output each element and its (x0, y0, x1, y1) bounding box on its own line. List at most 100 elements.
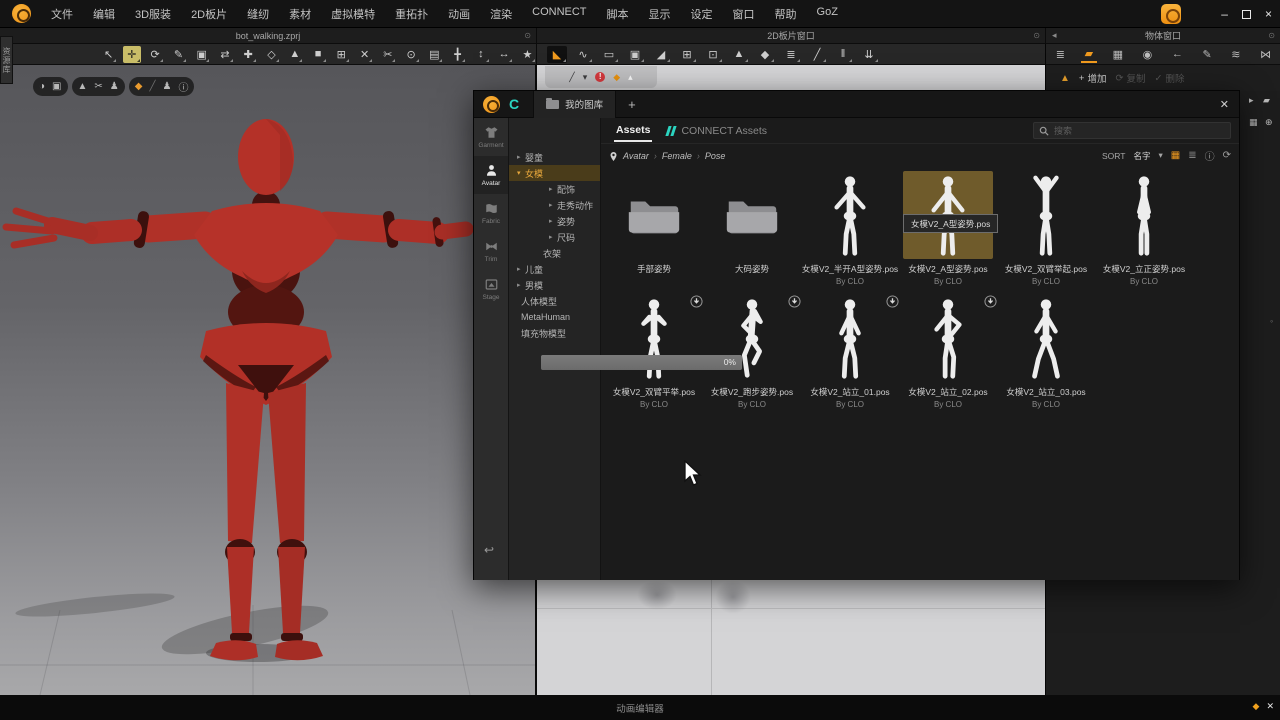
viewport-2d-workspace-bottom[interactable] (536, 580, 1045, 695)
tool-icon[interactable]: ▤ (426, 46, 443, 63)
pattern-tab-icon[interactable]: ▴ (628, 72, 633, 83)
menu-脚本[interactable]: 脚本 (597, 6, 639, 22)
tool-icon[interactable]: ∿ (573, 46, 593, 63)
menu-2D板片[interactable]: 2D板片 (181, 6, 237, 22)
panel-icon[interactable]: ▦ (1249, 117, 1258, 128)
tool-icon[interactable]: ≣ (781, 46, 801, 63)
library-rail-stage[interactable]: Stage (474, 270, 508, 308)
overlay-tool-icon[interactable]: ⓘ (178, 79, 188, 94)
tool-icon[interactable]: ↖ (100, 46, 117, 63)
overlay-tool-icon[interactable]: ╱ (149, 81, 155, 92)
overlay-tool-icon[interactable]: ◑ (39, 81, 45, 92)
action-button[interactable]: ⟳复制 (1115, 71, 1145, 85)
pattern-tab-icon[interactable]: ╱ (569, 72, 574, 83)
pattern-tab-icon[interactable]: ▾ (583, 72, 588, 83)
panel-icon[interactable]: ▸ (1249, 95, 1254, 106)
library-rail-trim[interactable]: Trim (474, 232, 508, 270)
tree-item-填充物模型[interactable]: 填充物模型 (509, 325, 600, 341)
pin-icon[interactable]: ◦ (1270, 316, 1273, 326)
menu-重拓扑[interactable]: 重拓扑 (385, 6, 438, 22)
library-item[interactable]: 手部姿势 (607, 171, 701, 286)
tool-icon[interactable]: ▣ (193, 46, 210, 63)
close-button[interactable]: × (1265, 8, 1272, 20)
object-tab-icon[interactable]: ▰ (1081, 46, 1097, 63)
object-tab-icon[interactable]: ▦ (1109, 47, 1127, 62)
pose-thumbnail[interactable] (805, 294, 895, 382)
pin-icon[interactable]: ⊙ (1033, 31, 1040, 40)
tool-icon[interactable]: ▭ (599, 46, 619, 63)
pattern-mini-toolbar[interactable]: ╱▾!◆▴ (545, 66, 657, 88)
collapse-arrow-icon[interactable]: ◂ (1052, 30, 1057, 41)
library-item[interactable]: 女模V2_站立_03.posBy CLO (999, 294, 1093, 409)
clo-logo-icon[interactable] (483, 96, 500, 113)
library-item[interactable]: 大码姿势 (705, 171, 799, 286)
project-tab[interactable]: bot_walking.zprj (236, 31, 301, 41)
tool-icon[interactable]: ✕ (356, 46, 373, 63)
action-button[interactable]: ✓删除 (1154, 71, 1184, 85)
menu-文件[interactable]: 文件 (41, 6, 83, 22)
folder-thumbnail[interactable] (707, 171, 797, 259)
sort-caret-icon[interactable]: ▾ (1158, 150, 1162, 161)
tool-icon[interactable]: ◣ (547, 46, 567, 63)
library-rail-fabric[interactable]: Fabric (474, 194, 508, 232)
tree-item-女模[interactable]: ▾女模 (509, 165, 600, 181)
animation-editor-label[interactable]: 动画编辑器 (616, 701, 664, 715)
overlay-tool-icon[interactable]: ◆ (135, 81, 143, 92)
viewport-3d-canvas[interactable]: ◑▣▲✂♟◆╱♟ⓘ (0, 65, 535, 695)
library-close-button[interactable]: ✕ (1220, 98, 1229, 111)
tool-icon[interactable]: ⊞ (677, 46, 697, 63)
library-item[interactable]: 女模V2_双臂举起.posBy CLO (999, 171, 1093, 286)
object-tab-icon[interactable]: ⋈ (1256, 47, 1275, 62)
tool-icon[interactable]: ▲ (729, 46, 749, 63)
add-button[interactable]: +增加 (1079, 71, 1107, 85)
pose-thumbnail[interactable] (903, 294, 993, 382)
menu-渲染[interactable]: 渲染 (480, 6, 522, 22)
tree-item-男模[interactable]: ▸男模 (509, 277, 600, 293)
tree-item-配饰[interactable]: ▸配饰 (509, 181, 600, 197)
search-input[interactable] (1054, 126, 1214, 136)
menu-窗口[interactable]: 窗口 (723, 6, 765, 22)
minimize-button[interactable]: – (1221, 8, 1228, 20)
refresh-icon[interactable]: ⟳ (1223, 150, 1231, 161)
menu-动画[interactable]: 动画 (438, 6, 480, 22)
breadcrumb-avatar[interactable]: Avatar (623, 151, 649, 161)
tool-icon[interactable]: ‖ (833, 46, 853, 63)
menu-3D服装[interactable]: 3D服装 (125, 6, 181, 22)
tab-connect-assets[interactable]: CONNECT Assets (666, 125, 767, 137)
tool-icon[interactable]: ✛ (123, 46, 140, 63)
object-tab-icon[interactable]: ◉ (1139, 47, 1157, 62)
menu-虚拟模特[interactable]: 虚拟模特 (321, 6, 385, 22)
tree-item-走秀动作[interactable]: ▸走秀动作 (509, 197, 600, 213)
tool-icon[interactable]: ◢ (651, 46, 671, 63)
tool-icon[interactable]: ✎ (170, 46, 187, 63)
tool-icon[interactable]: ◆ (755, 46, 775, 63)
library-item[interactable]: 女模V2_双臂平举.posBy CLO (607, 294, 701, 409)
tool-icon[interactable]: ◇ (263, 46, 280, 63)
grid-view-icon[interactable]: ▦ (1171, 150, 1180, 161)
menu-CONNECT[interactable]: CONNECT (522, 6, 596, 22)
pattern-tab-icon[interactable]: ! (595, 72, 605, 82)
overlay-tool-icon[interactable]: ▲ (78, 81, 88, 92)
tool-icon[interactable]: ▲ (286, 46, 303, 63)
object-tab-icon[interactable]: ← (1168, 47, 1187, 61)
menu-素材[interactable]: 素材 (279, 6, 321, 22)
library-item[interactable]: 女模V2_半开A型姿势.posBy CLO (803, 171, 897, 286)
overlay-tool-icon[interactable]: ▣ (52, 81, 61, 92)
tool-icon[interactable]: ↕ (472, 46, 489, 63)
tree-item-儿童[interactable]: ▸儿童 (509, 261, 600, 277)
tree-item-姿势[interactable]: ▸姿势 (509, 213, 600, 229)
panel-icon[interactable]: ▰ (1263, 95, 1270, 106)
object-tab-icon[interactable]: ≋ (1227, 47, 1244, 62)
tool-icon[interactable]: ⇄ (216, 46, 233, 63)
tool-icon[interactable]: ⊙ (402, 46, 419, 63)
object-tab-icon[interactable]: ✎ (1198, 47, 1215, 62)
back-button[interactable]: ↩ (484, 543, 494, 557)
tool-icon[interactable]: ⊞ (333, 46, 350, 63)
info-icon[interactable]: ⓘ (1205, 148, 1215, 163)
object-tab-icon[interactable]: ≣ (1052, 47, 1069, 62)
library-rail-garment[interactable]: Garment (474, 118, 508, 156)
tool-icon[interactable]: ★ (519, 46, 536, 63)
breadcrumb-female[interactable]: Female (662, 151, 692, 161)
left-panel-tab[interactable]: 资源库 (0, 36, 13, 84)
library-search[interactable] (1033, 122, 1231, 139)
